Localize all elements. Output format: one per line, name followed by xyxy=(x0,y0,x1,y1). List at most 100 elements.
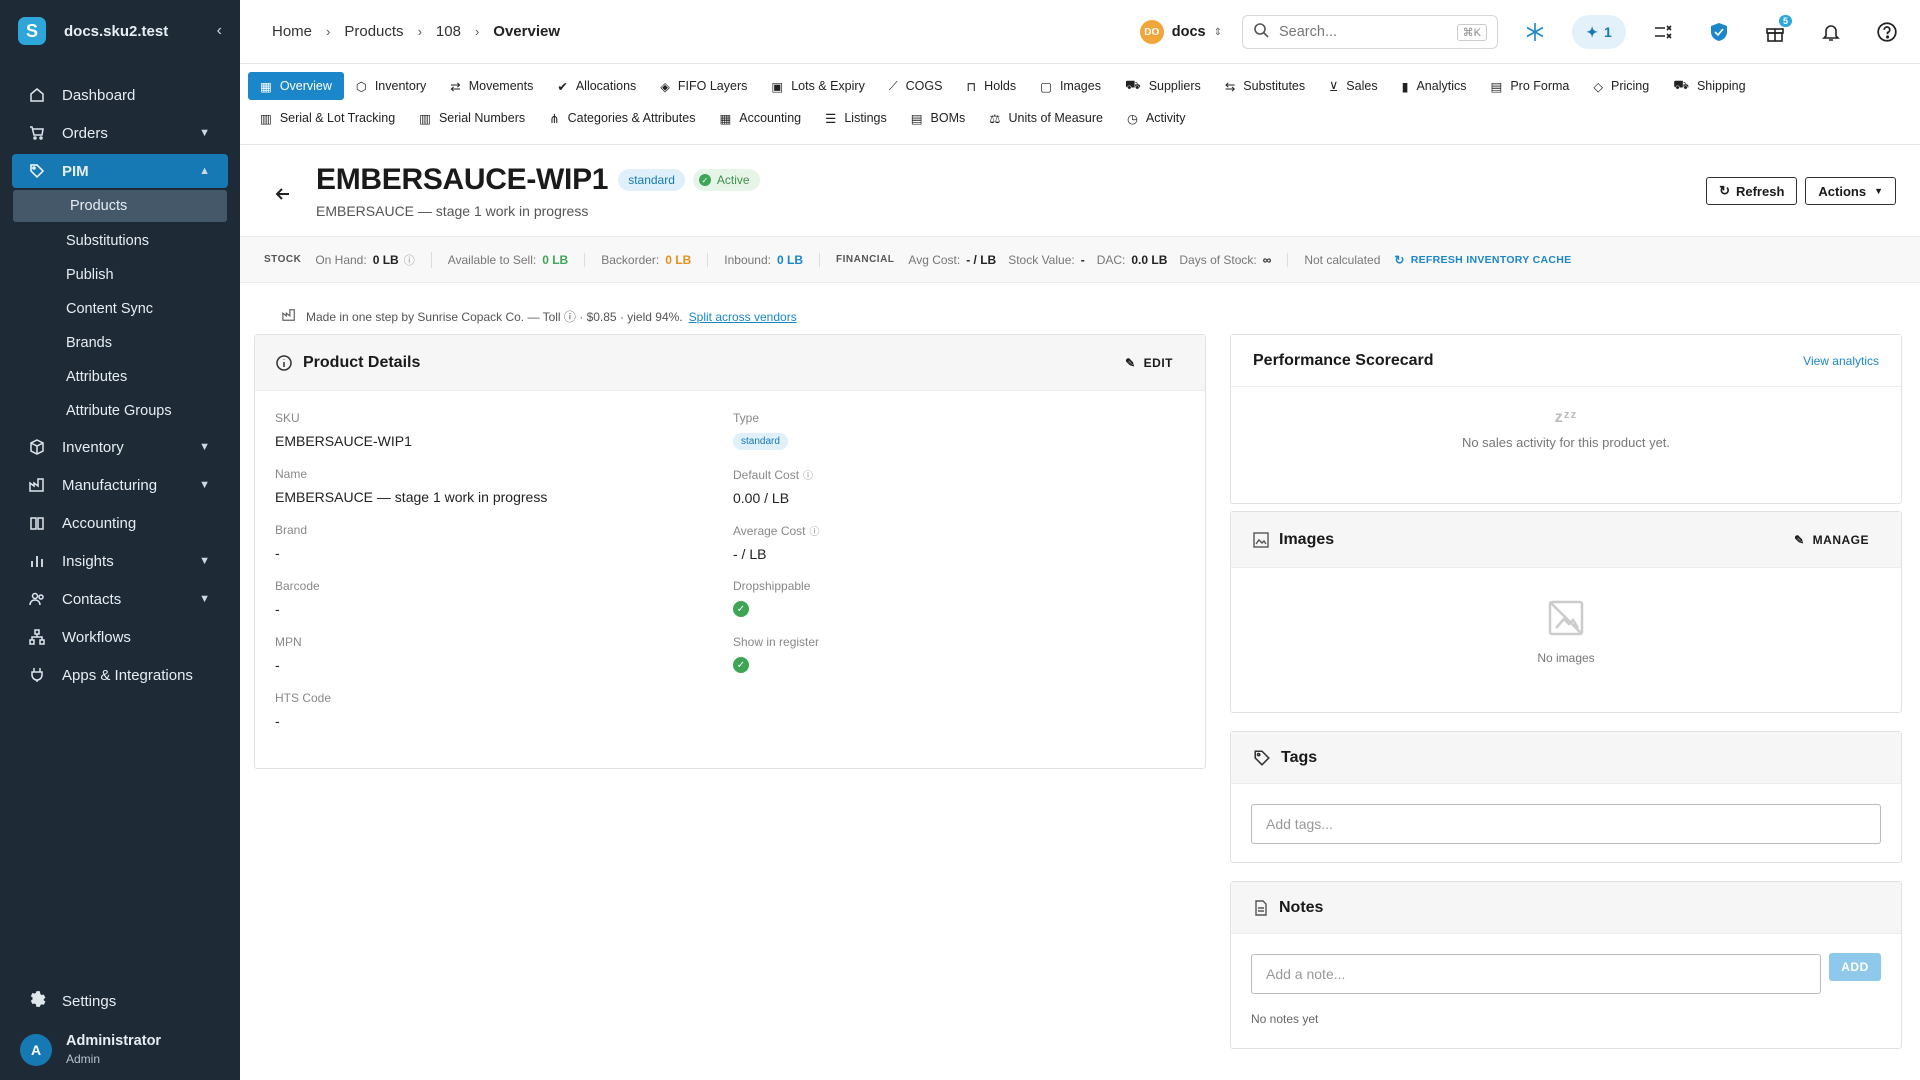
tab-label: FIFO Layers xyxy=(677,79,748,93)
view-analytics-link[interactable]: View analytics xyxy=(1803,354,1879,368)
field-value: - xyxy=(275,601,280,617)
tab-fifo-layers[interactable]: ◈ FIFO Layers xyxy=(648,72,759,100)
tab-shipping[interactable]: ⛟ Shipping xyxy=(1661,72,1757,100)
sidebar-item-pim[interactable]: PIM ▲ xyxy=(12,154,228,188)
tab-serial-and-lot-tracking[interactable]: ▥ Serial & Lot Tracking xyxy=(248,104,407,132)
tab-inventory[interactable]: ⬡ Inventory xyxy=(344,72,438,100)
tab-label: Pricing xyxy=(1610,79,1650,93)
user-menu[interactable]: A Administrator Admin xyxy=(0,1033,240,1080)
cart-icon xyxy=(28,124,46,142)
snowflake-icon[interactable] xyxy=(1516,13,1554,51)
tab-holds[interactable]: ⊓ Holds xyxy=(954,72,1028,100)
refresh-button[interactable]: ↻ Refresh xyxy=(1706,177,1798,205)
contacts-icon xyxy=(28,590,46,608)
tab-label: Analytics xyxy=(1416,79,1467,93)
tab-cogs[interactable]: ⟋ COGS xyxy=(877,72,955,100)
card-title: Product Details xyxy=(303,353,421,371)
sidebar-sub-products[interactable]: Products xyxy=(13,190,227,222)
tab-lots-and-expiry[interactable]: ▣ Lots & Expiry xyxy=(759,72,876,100)
manage-images-button[interactable]: ✎ MANAGE xyxy=(1794,533,1869,547)
card-title: Tags xyxy=(1281,748,1318,766)
sales-tab-icon: ⊻ xyxy=(1329,79,1339,94)
sidebar-sub-content-sync[interactable]: Content Sync xyxy=(0,292,240,326)
tab-analytics[interactable]: ▮ Analytics xyxy=(1390,72,1479,100)
sidebar-sub-attributes[interactable]: Attributes xyxy=(0,360,240,394)
breadcrumb-separator-icon: › xyxy=(417,24,422,39)
categories-and-attributes-tab-icon: ⋔ xyxy=(549,111,560,126)
sidebar-item-manufacturing[interactable]: Manufacturing ▼ xyxy=(0,466,240,504)
tab-sales[interactable]: ⊻ Sales xyxy=(1317,72,1389,100)
product-details-card: Product Details ✎ EDIT SKU EMBERSAUCE-WIP1… xyxy=(254,334,1206,769)
images-card: Images ✎ MANAGE No images xyxy=(1230,511,1902,713)
check-circle-icon: ✓ xyxy=(733,601,749,617)
tab-activity[interactable]: ◷ Activity xyxy=(1115,104,1198,132)
actions-button[interactable]: Actions ▼ xyxy=(1805,177,1896,205)
type-chip: standard xyxy=(618,169,685,191)
chevron-down-icon: ▼ xyxy=(199,555,210,567)
refresh-label: Refresh xyxy=(1735,183,1785,199)
tab-listings[interactable]: ☰ Listings xyxy=(813,104,899,132)
page-subtitle: EMBERSAUCE — stage 1 work in progress xyxy=(316,203,589,219)
field-value: EMBERSAUCE — stage 1 work in progress xyxy=(275,489,548,505)
tab-boms[interactable]: ▤ BOMs xyxy=(899,104,978,132)
app-logo[interactable]: S xyxy=(18,17,46,45)
shield-icon[interactable] xyxy=(1700,13,1738,51)
add-note-button[interactable]: ADD xyxy=(1829,953,1881,981)
tab-categories-and-attributes[interactable]: ⋔ Categories & Attributes xyxy=(537,104,707,132)
help-icon[interactable] xyxy=(1868,13,1906,51)
refresh-inventory-cache-link[interactable]: ↻ REFRESH INVENTORY CACHE xyxy=(1394,253,1571,267)
stat-backorder: Backorder: 0 LB xyxy=(601,252,709,267)
note-input[interactable]: Add a note... xyxy=(1251,954,1821,994)
tab-serial-numbers[interactable]: ▥ Serial Numbers xyxy=(407,104,537,132)
sidebar-item-orders[interactable]: Orders ▼ xyxy=(0,114,240,152)
org-badge: DO xyxy=(1139,20,1164,44)
manufacture-note-text: Made in one step by Sunrise Copack Co. —… xyxy=(306,310,683,324)
bell-icon[interactable] xyxy=(1812,13,1850,51)
compare-icon[interactable] xyxy=(1644,13,1682,51)
tab-suppliers[interactable]: ⛟ Suppliers xyxy=(1113,72,1213,100)
sidebar-item-apps[interactable]: Apps & Integrations xyxy=(0,656,240,694)
search-input[interactable]: Search... ⌘K xyxy=(1242,15,1498,49)
info-icon: ⓘ xyxy=(809,527,820,538)
sidebar-item-insights[interactable]: Insights ▼ xyxy=(0,542,240,580)
tab-images[interactable]: ▢ Images xyxy=(1028,72,1113,100)
collapse-sidebar-icon[interactable]: ‹ xyxy=(217,22,222,40)
edit-button[interactable]: ✎ EDIT xyxy=(1125,356,1173,370)
tab-overview[interactable]: ▦ Overview xyxy=(248,72,344,100)
sidebar-sub-publish[interactable]: Publish xyxy=(0,258,240,292)
search-icon xyxy=(1253,22,1269,42)
tab-pro-forma[interactable]: ▤ Pro Forma xyxy=(1479,72,1582,100)
stat-dac: DAC: 0.0 LB xyxy=(1096,252,1168,267)
sidebar-item-dashboard[interactable]: Dashboard xyxy=(0,76,240,114)
analytics-tab-icon: ▮ xyxy=(1401,79,1409,94)
sidebar-item-label: Contacts xyxy=(62,590,122,608)
sidebar-sub-attribute-groups[interactable]: Attribute Groups xyxy=(0,394,240,428)
tab-units-of-measure[interactable]: ⚖ Units of Measure xyxy=(977,104,1115,132)
gift-icon[interactable]: 5 xyxy=(1756,13,1794,51)
field-label: HTS Code xyxy=(275,691,332,705)
sidebar-sub-substitutions[interactable]: Substitutions xyxy=(0,224,240,258)
ai-assistant-button[interactable]: ✦ 1 xyxy=(1572,15,1626,49)
sidebar-item-contacts[interactable]: Contacts ▼ xyxy=(0,580,240,618)
breadcrumb-product-id[interactable]: 108 xyxy=(436,23,461,40)
breadcrumb-products[interactable]: Products xyxy=(344,23,403,40)
sidebar-item-inventory[interactable]: Inventory ▼ xyxy=(0,428,240,466)
breadcrumb-home[interactable]: Home xyxy=(272,23,312,40)
tab-pricing[interactable]: ◇ Pricing xyxy=(1581,72,1661,100)
sidebar-sub-brands[interactable]: Brands xyxy=(0,326,240,360)
sidebar-item-workflows[interactable]: Workflows xyxy=(0,618,240,656)
tab-substitutes[interactable]: ⇆ Substitutes xyxy=(1213,72,1317,100)
sidebar-item-label: Workflows xyxy=(62,628,131,646)
sidebar-item-accounting[interactable]: Accounting xyxy=(0,504,240,542)
tags-input[interactable]: Add tags... xyxy=(1251,804,1881,844)
split-vendors-link[interactable]: Split across vendors xyxy=(689,310,797,324)
sidebar-item-settings[interactable]: Settings xyxy=(0,981,240,1021)
tab-accounting[interactable]: ▦ Accounting xyxy=(707,104,813,132)
image-icon xyxy=(1253,531,1269,548)
card-title: Performance Scorecard xyxy=(1253,351,1434,369)
tab-allocations[interactable]: ✔ Allocations xyxy=(545,72,648,100)
site-name: docs.sku2.test xyxy=(64,22,169,40)
org-switcher[interactable]: DO docs ⇕ xyxy=(1139,20,1222,44)
back-arrow-icon[interactable] xyxy=(274,185,292,208)
tab-movements[interactable]: ⇄ Movements xyxy=(438,72,545,100)
